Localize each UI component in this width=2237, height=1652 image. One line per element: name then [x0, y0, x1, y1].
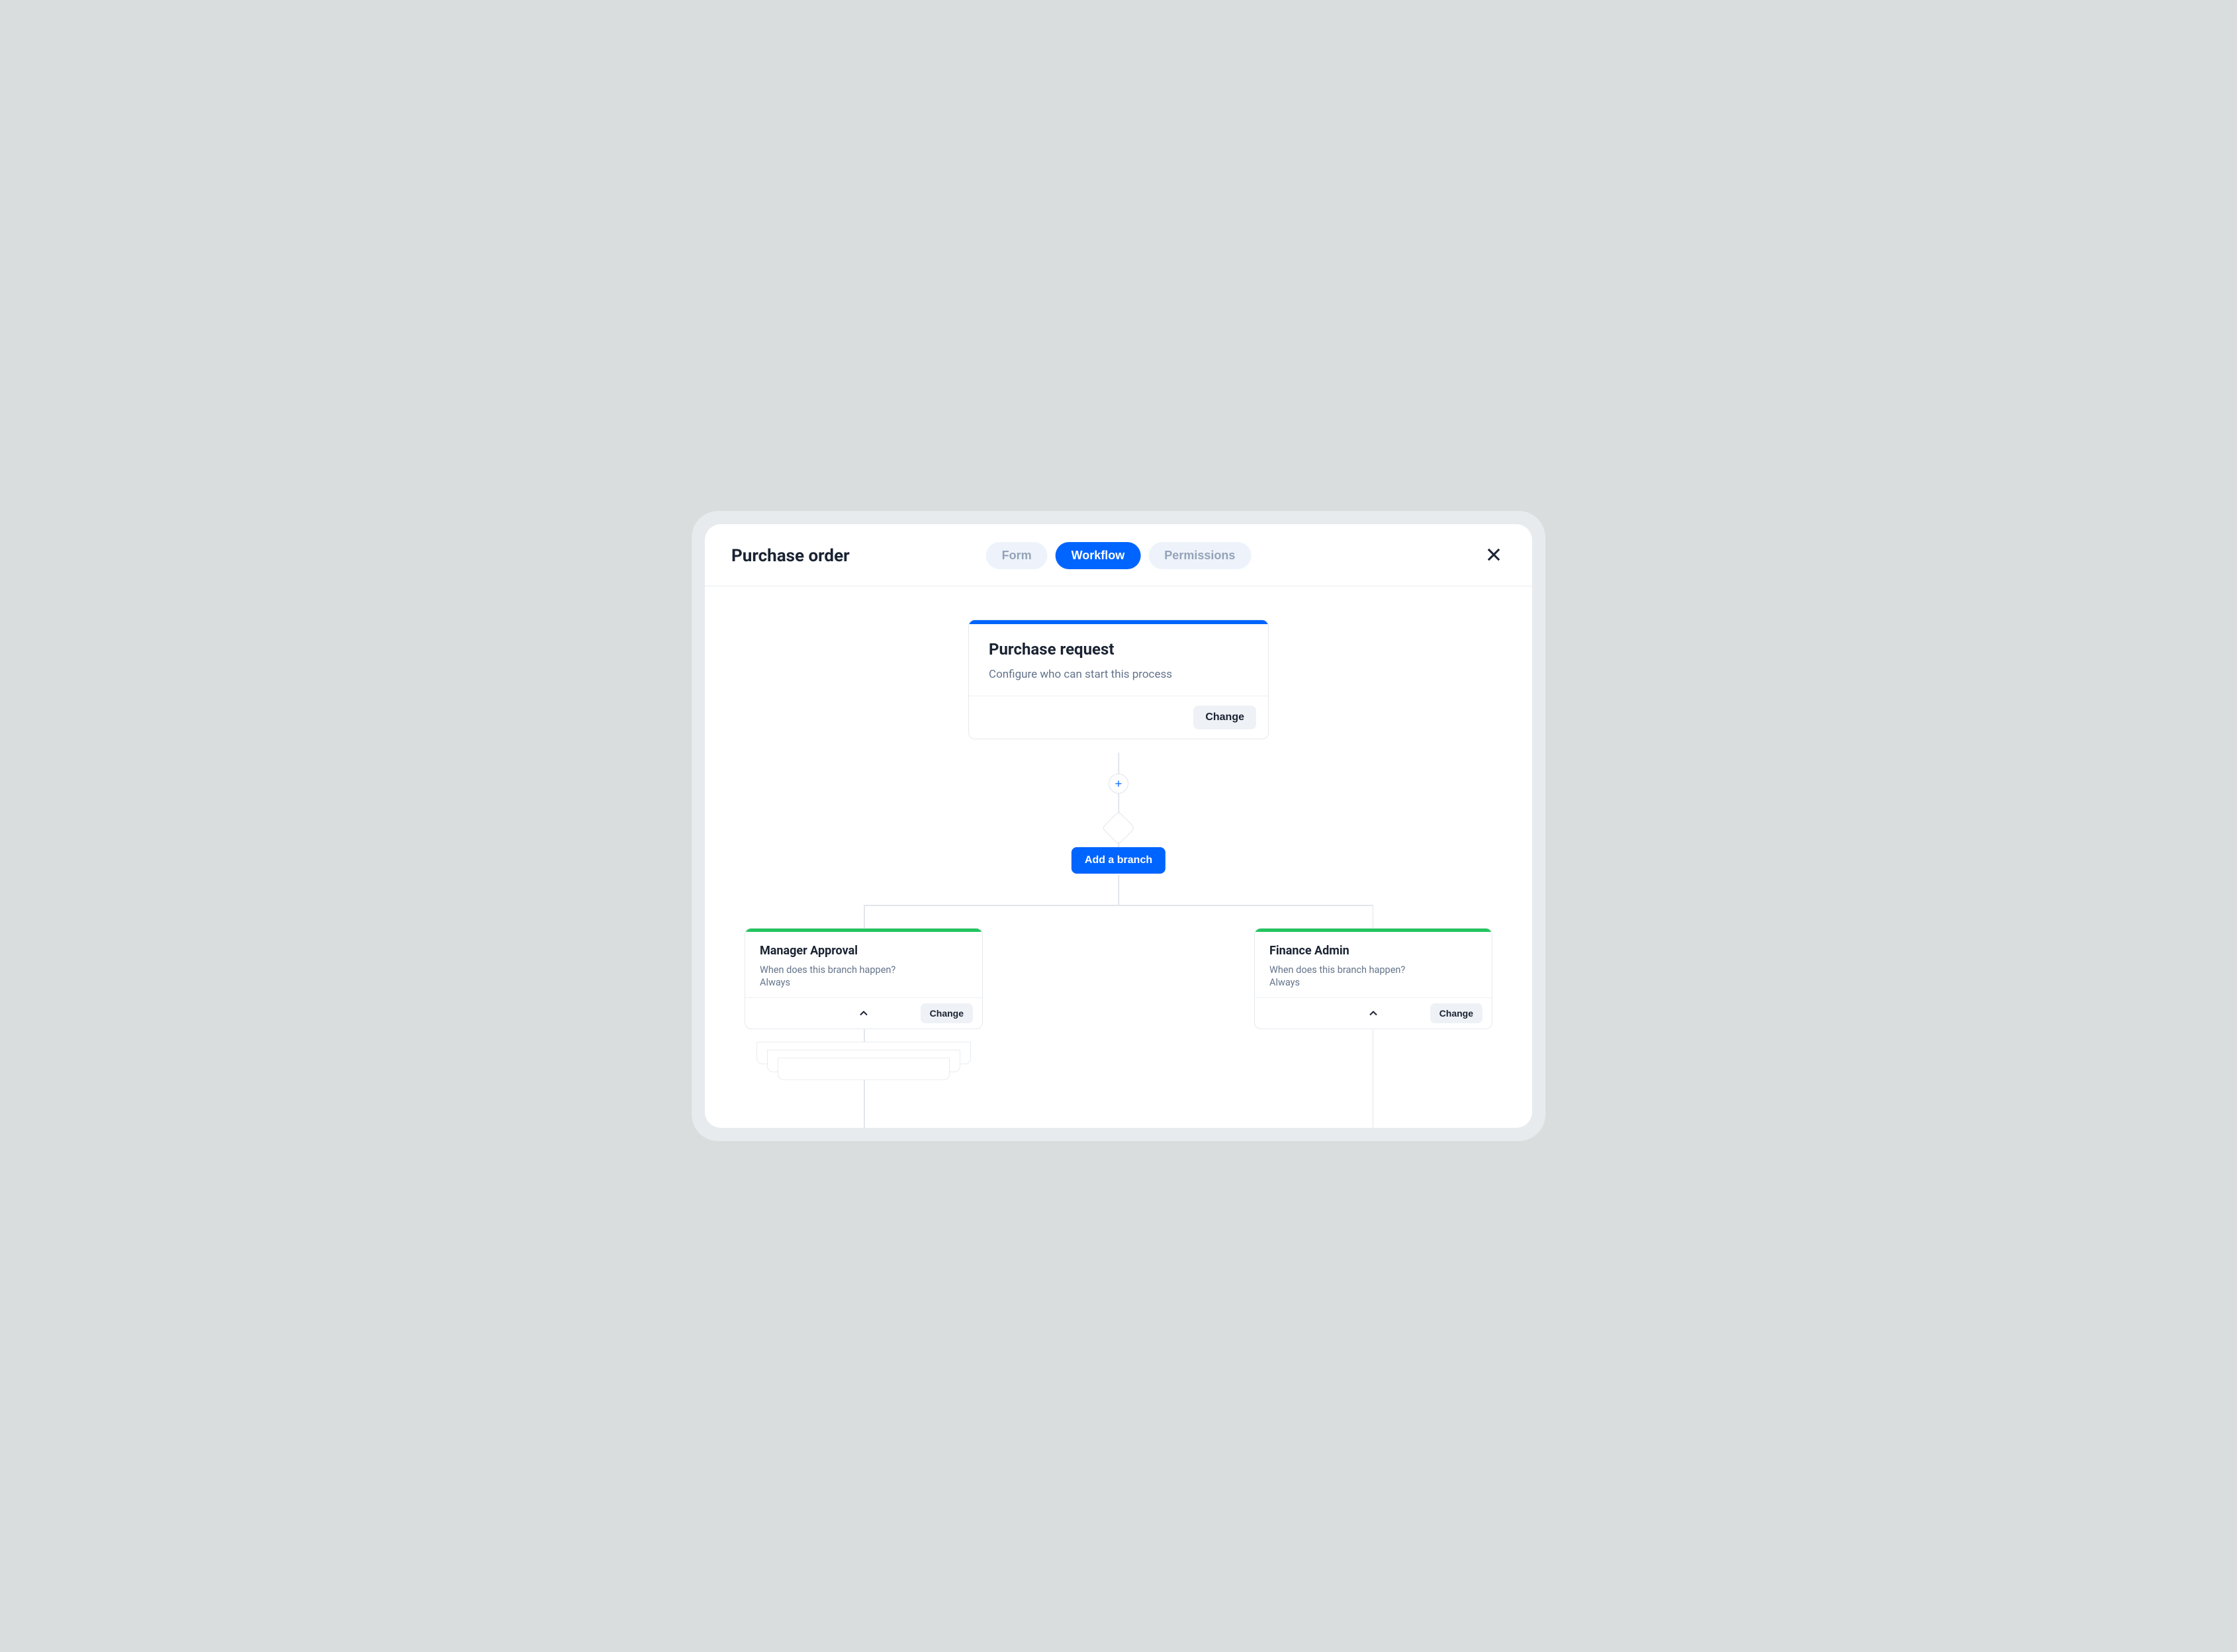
change-button[interactable]: Change [921, 1003, 973, 1023]
change-button[interactable]: Change [1193, 706, 1256, 729]
chevron-up-icon [857, 1007, 870, 1020]
card-body: Manager Approval When does this branch h… [745, 932, 982, 997]
branch-title: Finance Admin [1269, 944, 1477, 958]
tab-form[interactable]: Form [986, 542, 1048, 569]
card-footer: Change [745, 997, 982, 1029]
branch-answer: Always [760, 977, 968, 988]
workflow-canvas: Purchase request Configure who can start… [705, 586, 1532, 1128]
collapse-toggle[interactable] [1367, 1007, 1380, 1020]
card-footer: Change [969, 696, 1268, 739]
add-branch-button[interactable]: Add a branch [1072, 847, 1165, 874]
decision-node[interactable] [1102, 811, 1135, 845]
close-button[interactable] [1482, 543, 1506, 569]
start-node-card[interactable]: Purchase request Configure who can start… [968, 620, 1269, 739]
connector-line [864, 905, 1373, 906]
branch-card-finance-admin[interactable]: Finance Admin When does this branch happ… [1254, 928, 1492, 1029]
start-card-subtitle: Configure who can start this process [989, 668, 1248, 681]
diamond-icon [1102, 811, 1136, 845]
page-title: Purchase order [731, 546, 850, 566]
add-node-button[interactable] [1109, 774, 1128, 794]
close-icon [1484, 545, 1503, 564]
plus-icon [1114, 779, 1123, 788]
tab-permissions[interactable]: Permissions [1148, 542, 1251, 569]
card-body: Purchase request Configure who can start… [969, 624, 1268, 696]
stack-layer [778, 1058, 950, 1080]
workflow-editor: Purchase order Form Workflow Permissions… [705, 524, 1532, 1128]
branch-title: Manager Approval [760, 944, 968, 958]
branch-answer: Always [1269, 977, 1477, 988]
connector-line [1118, 875, 1119, 905]
card-body: Finance Admin When does this branch happ… [1255, 932, 1492, 997]
chevron-up-icon [1367, 1007, 1380, 1020]
branch-question: When does this branch happen? [760, 964, 968, 976]
tabs: Form Workflow Permissions [986, 542, 1252, 569]
branch-card-manager-approval[interactable]: Manager Approval When does this branch h… [745, 928, 983, 1029]
tab-workflow[interactable]: Workflow [1056, 542, 1141, 569]
card-footer: Change [1255, 997, 1492, 1029]
header: Purchase order Form Workflow Permissions [705, 524, 1532, 586]
change-button[interactable]: Change [1430, 1003, 1483, 1023]
start-card-title: Purchase request [989, 640, 1248, 659]
branch-question: When does this branch happen? [1269, 964, 1477, 976]
collapse-toggle[interactable] [857, 1007, 870, 1020]
